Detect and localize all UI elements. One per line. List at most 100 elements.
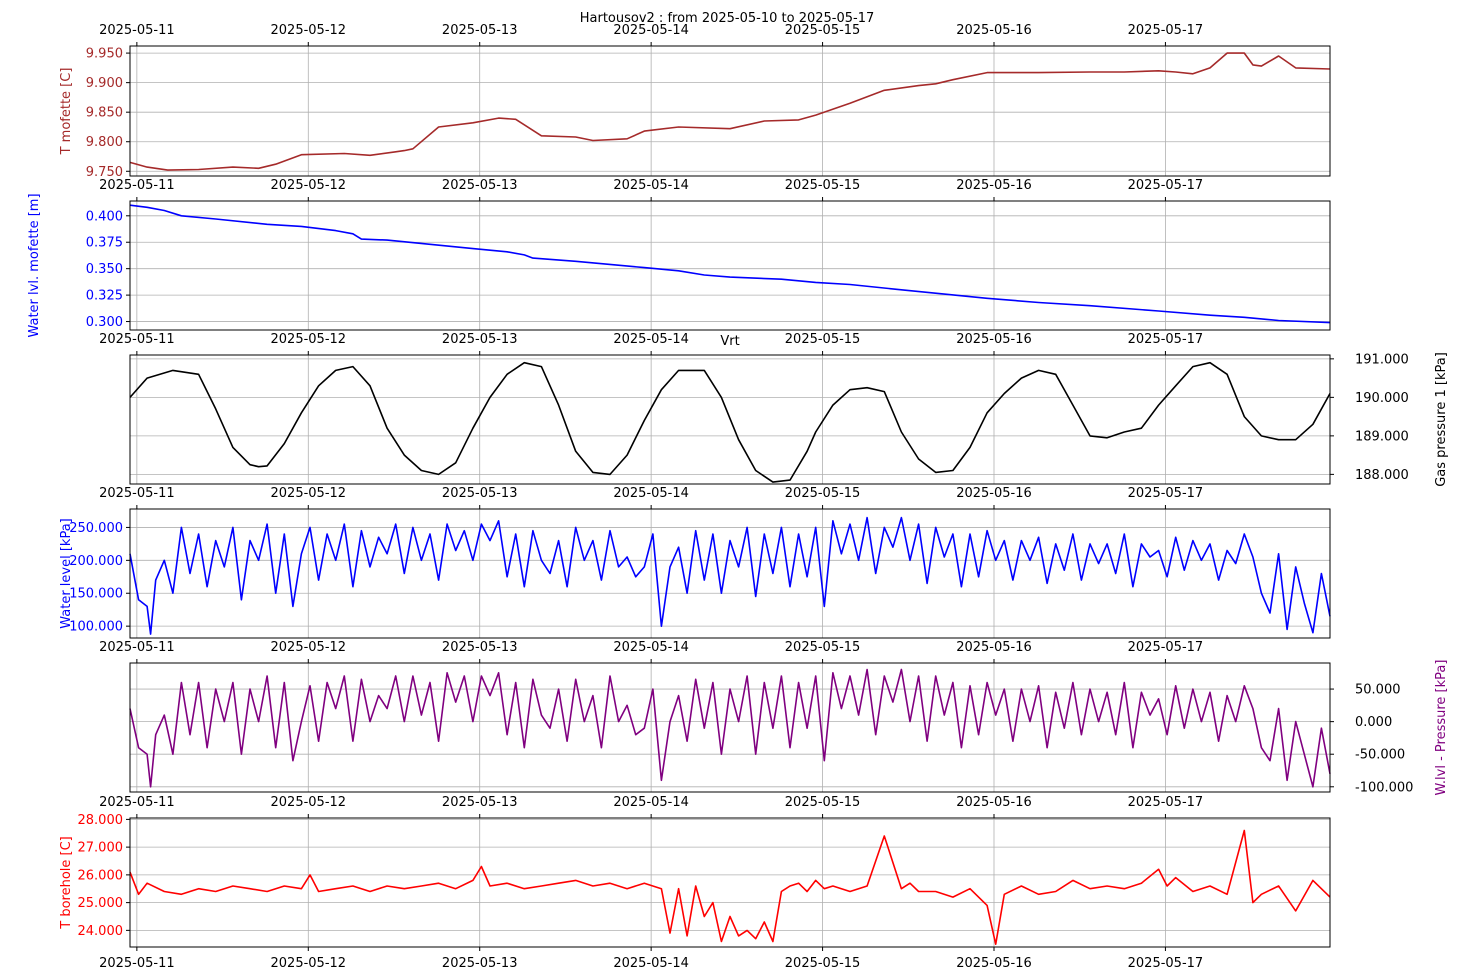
y-tick-label: 9.850 (86, 106, 123, 121)
x-tick-label: 2025-05-16 (956, 332, 1032, 347)
series-line (129, 668, 1331, 788)
x-tick-label: 2025-05-15 (785, 23, 861, 38)
x-tick-label: 2025-05-14 (613, 332, 689, 347)
y-tick-label: 9.900 (86, 76, 123, 91)
y-tick-label: 24.000 (78, 924, 124, 939)
y-tick-label: 0.000 (1355, 715, 1392, 730)
y-tick-label: -50.000 (1355, 748, 1405, 763)
x-tick-label: 2025-05-13 (442, 23, 518, 38)
x-tick-label: 2025-05-15 (785, 956, 861, 971)
subplot-4: 2025-05-11 2025-05-12 2025-05-13 2025-05-14… (59, 486, 1331, 639)
x-tick-label: 2025-05-12 (271, 956, 347, 971)
y-axis-label: T borehole [C] (59, 836, 74, 930)
x-tick-label: 2025-05-17 (1128, 795, 1204, 810)
x-tick-label: 2025-05-13 (442, 795, 518, 810)
y-tick-label: 0.350 (86, 262, 123, 277)
figure-canvas: Hartousov2 : from 2025-05-10 to 2025-05-… (27, 11, 1449, 971)
x-tick-label: 2025-05-11 (99, 640, 175, 655)
x-tick-label: 2025-05-11 (99, 23, 175, 38)
x-tick-label: 2025-05-17 (1128, 956, 1204, 971)
subplot-title: Vrt (720, 334, 739, 349)
series-line (129, 361, 1331, 483)
x-tick-label: 2025-05-16 (956, 23, 1032, 38)
x-tick-label: 2025-05-12 (271, 178, 347, 193)
series-line (129, 516, 1331, 635)
x-tick-label: 2025-05-16 (956, 956, 1032, 971)
y-tick-label: 250.000 (69, 521, 123, 536)
x-tick-label: 2025-05-14 (613, 956, 689, 971)
x-tick-label: 2025-05-11 (99, 178, 175, 193)
x-tick-label: 2025-05-13 (442, 332, 518, 347)
y-tick-label: 191.000 (1355, 352, 1409, 367)
y-axis-label: Water lvl. mofette [m] (27, 193, 42, 337)
x-tick-label: 2025-05-16 (956, 795, 1032, 810)
x-tick-label: 2025-05-16 (956, 178, 1032, 193)
x-tick-label: 2025-05-13 (442, 178, 518, 193)
x-tick-label: 2025-05-14 (613, 178, 689, 193)
series-line (129, 829, 1331, 945)
x-tick-label: 2025-05-15 (785, 795, 861, 810)
plot-frame (129, 817, 1331, 948)
x-tick-label: 2025-05-11 (99, 486, 175, 501)
y-tick-label: 9.950 (86, 47, 123, 62)
x-tick-label: 2025-05-15 (785, 640, 861, 655)
y-tick-label: 190.000 (1355, 391, 1409, 406)
x-tick-label: 2025-05-17 (1128, 640, 1204, 655)
x-tick-label: 2025-05-13 (442, 486, 518, 501)
subplot-3: 2025-05-11 2025-05-12 2025-05-13 2025-05-14… (99, 332, 1449, 487)
y-tick-label: 27.000 (78, 841, 124, 856)
y-tick-label: 0.325 (86, 289, 123, 304)
x-tick-label: 2025-05-15 (785, 332, 861, 347)
subplot-6: 2025-05-11 2025-05-12 2025-05-13 2025-05-14… (59, 795, 1331, 948)
x-tick-label: 2025-05-11 (99, 956, 175, 971)
subplot-2: 2025-05-11 2025-05-12 2025-05-13 2025-05-14… (27, 178, 1331, 338)
x-tick-label: 2025-05-13 (442, 640, 518, 655)
subplot-5: 2025-05-11 2025-05-12 2025-05-13 2025-05-14… (99, 640, 1449, 795)
y-axis-label: Gas pressure 1 [kPa] (1434, 352, 1449, 487)
x-tick-label: 2025-05-15 (785, 486, 861, 501)
x-tick-label: 2025-05-14 (613, 795, 689, 810)
x-tick-label: 2025-05-11 (99, 795, 175, 810)
y-tick-label: 50.000 (1355, 683, 1401, 698)
x-tick-label: 2025-05-17 (1128, 23, 1204, 38)
y-tick-label: 26.000 (78, 868, 124, 883)
x-tick-label: 2025-05-13 (442, 956, 518, 971)
y-axis-label: Water level [kPa] (59, 518, 74, 629)
x-tick-label: 2025-05-12 (271, 640, 347, 655)
plot-frame (129, 662, 1331, 793)
y-tick-label: 0.375 (86, 236, 123, 251)
y-tick-label: 9.800 (86, 135, 123, 150)
x-tick-label: 2025-05-17 (1128, 178, 1204, 193)
x-tick-label: 2025-05-12 (271, 23, 347, 38)
y-tick-label: 0.300 (86, 315, 123, 330)
y-tick-label: 188.000 (1355, 468, 1409, 483)
y-tick-label: 28.000 (78, 813, 124, 828)
plot-frame (129, 45, 1331, 177)
y-tick-label: -100.000 (1355, 780, 1413, 795)
x-tick-label: 2025-05-16 (956, 486, 1032, 501)
x-tick-label: 2025-05-15 (785, 178, 861, 193)
x-tick-label: 2025-05-17 (1128, 332, 1204, 347)
y-tick-label: 150.000 (69, 587, 123, 602)
series-line (129, 204, 1331, 324)
y-axis-label: W.lvl - Pressure [kPa] (1434, 660, 1449, 796)
y-tick-label: 100.000 (69, 620, 123, 635)
series-line (129, 52, 1331, 171)
y-axis-label: T mofette [C] (59, 68, 74, 156)
y-tick-label: 189.000 (1355, 429, 1409, 444)
x-tick-label: 2025-05-14 (613, 486, 689, 501)
y-tick-label: 200.000 (69, 554, 123, 569)
x-tick-label: 2025-05-14 (613, 640, 689, 655)
y-tick-label: 0.400 (86, 209, 123, 224)
bottom-x-axis: 2025-05-11 2025-05-12 2025-05-13 2025-05-14… (99, 947, 1203, 971)
x-tick-label: 2025-05-12 (271, 486, 347, 501)
y-tick-label: 25.000 (78, 896, 124, 911)
x-tick-label: 2025-05-16 (956, 640, 1032, 655)
subplot-1: 2025-05-11 2025-05-12 2025-05-13 2025-05-14… (59, 23, 1331, 180)
x-tick-label: 2025-05-12 (271, 795, 347, 810)
x-tick-label: 2025-05-12 (271, 332, 347, 347)
x-tick-label: 2025-05-14 (613, 23, 689, 38)
x-tick-label: 2025-05-11 (99, 332, 175, 347)
x-tick-label: 2025-05-17 (1128, 486, 1204, 501)
subplot-stack: 2025-05-11 2025-05-12 2025-05-13 2025-05-14… (27, 23, 1449, 971)
